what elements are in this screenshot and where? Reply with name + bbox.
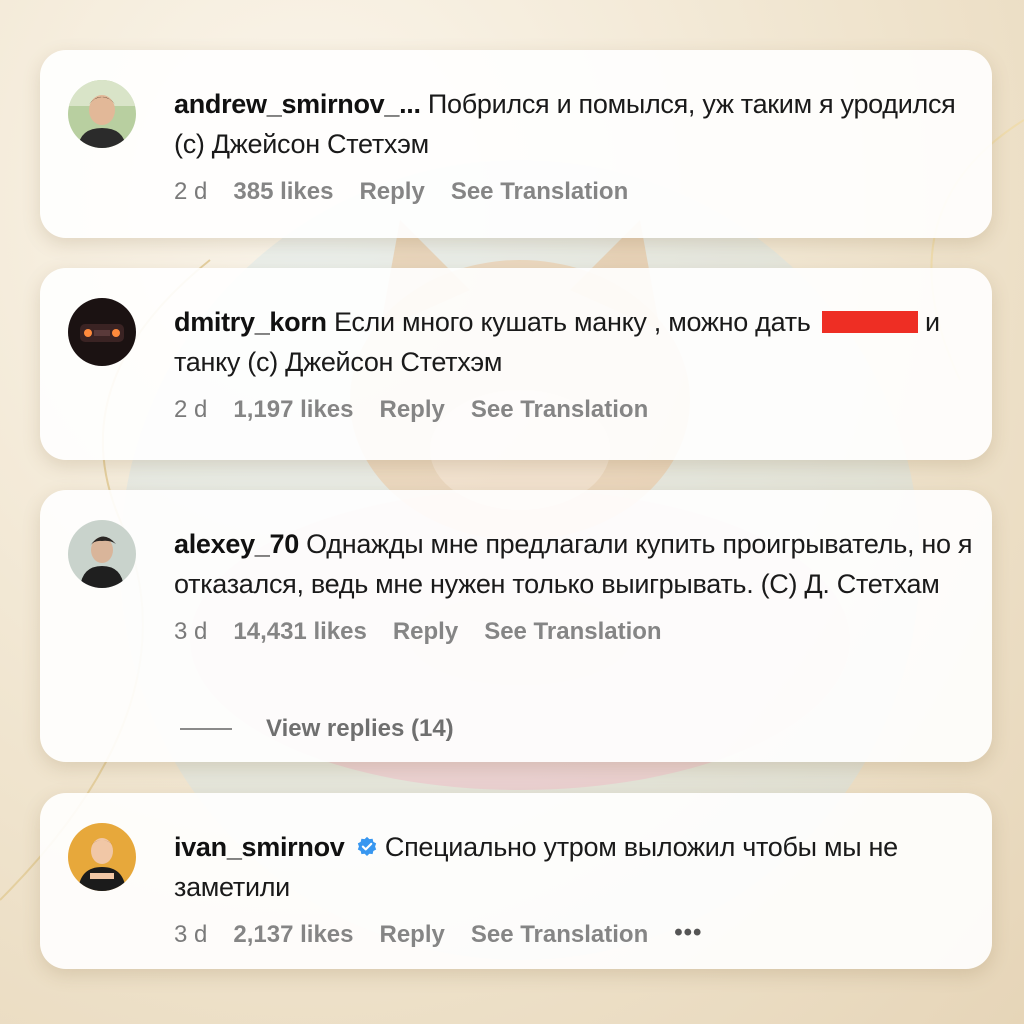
username-link[interactable]: andrew_smirnov_... <box>174 89 421 119</box>
reply-button[interactable]: Reply <box>393 618 458 646</box>
avatar[interactable] <box>68 298 136 366</box>
timestamp: 3 d <box>174 618 208 645</box>
reply-button[interactable]: Reply <box>379 396 444 424</box>
timestamp: 2 d <box>174 396 208 423</box>
see-translation-button[interactable]: See Translation <box>451 178 628 206</box>
comment-meta: 2 d 1,197 likes Reply See Translation <box>174 396 978 424</box>
divider <box>180 728 232 730</box>
likes-count[interactable]: 14,431 likes <box>233 618 366 646</box>
username-link[interactable]: ivan_smirnov <box>174 832 345 862</box>
verified-badge-icon <box>357 836 376 856</box>
comment-meta: 2 d 385 likes Reply See Translation <box>174 178 978 206</box>
avatar[interactable] <box>68 80 136 148</box>
comment-body: Если много кушать манку , можно дать <box>333 307 811 337</box>
comment-card: andrew_smirnov_... Побрился и помылся, у… <box>40 50 992 238</box>
likes-count[interactable]: 1,197 likes <box>233 396 353 424</box>
more-options-icon[interactable]: ••• <box>674 919 702 947</box>
likes-count[interactable]: 2,137 likes <box>233 921 353 949</box>
see-translation-button[interactable]: See Translation <box>471 921 648 949</box>
comment-text: andrew_smirnov_... Побрился и помылся, у… <box>174 84 978 164</box>
likes-count[interactable]: 385 likes <box>233 178 333 206</box>
reply-button[interactable]: Reply <box>359 178 424 206</box>
see-translation-button[interactable]: See Translation <box>484 618 661 646</box>
comment-card: ivan_smirnov Специально утром выложил чт… <box>40 793 992 969</box>
comment-meta: 3 d 2,137 likes Reply See Translation ••… <box>174 919 978 949</box>
view-replies-label: View replies (14) <box>266 715 454 742</box>
comment-text: ivan_smirnov Специально утром выложил чт… <box>174 827 978 907</box>
see-translation-button[interactable]: See Translation <box>471 396 648 424</box>
username-link[interactable]: dmitry_korn <box>174 307 327 337</box>
comment-text: alexey_70 Однажды мне предлагали купить … <box>174 524 978 604</box>
comment-text: dmitry_korn Если много кушать манку , мо… <box>174 302 978 382</box>
view-replies-button[interactable]: View replies (14) <box>180 715 454 743</box>
redaction-bar <box>821 311 918 333</box>
avatar[interactable] <box>68 823 136 891</box>
comment-card: dmitry_korn Если много кушать манку , мо… <box>40 268 992 460</box>
username-link[interactable]: alexey_70 <box>174 529 299 559</box>
timestamp: 3 d <box>174 921 208 948</box>
comment-card: alexey_70 Однажды мне предлагали купить … <box>40 490 992 762</box>
reply-button[interactable]: Reply <box>379 921 444 949</box>
timestamp: 2 d <box>174 178 208 205</box>
comment-meta: 3 d 14,431 likes Reply See Translation <box>174 618 978 646</box>
avatar[interactable] <box>68 520 136 588</box>
